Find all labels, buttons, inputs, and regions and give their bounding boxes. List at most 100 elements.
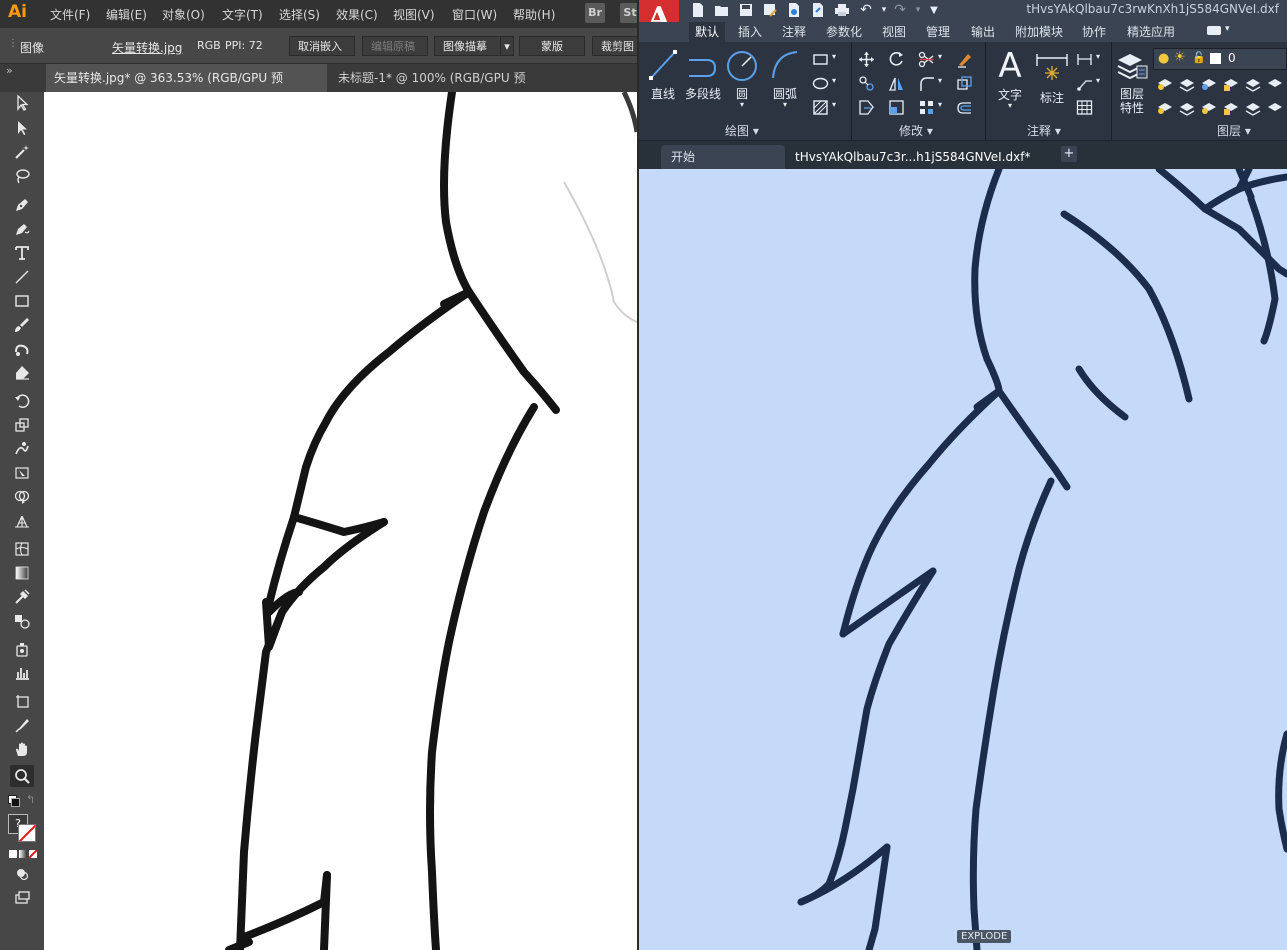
layer-previous-icon[interactable] (1177, 98, 1195, 116)
menu-edit[interactable]: 编辑(E) (106, 6, 147, 23)
leader-dropdown-icon[interactable]: ▾ (1096, 76, 1100, 85)
paintbrush-tool-icon[interactable] (10, 314, 34, 336)
layer-dropdown[interactable]: ● ☀ 🔓 0 (1153, 48, 1287, 70)
mask-button[interactable]: 蒙版 (519, 36, 585, 56)
move-icon[interactable] (857, 50, 875, 68)
table-icon[interactable] (1075, 98, 1093, 116)
ribbon-tab-featured-apps[interactable]: 精选应用 (1121, 22, 1181, 42)
menu-view[interactable]: 视图(V) (393, 6, 435, 23)
circle-dropdown-icon[interactable]: ▾ (725, 101, 759, 109)
warp-tool-icon[interactable] (10, 438, 34, 460)
mesh-tool-icon[interactable] (10, 538, 34, 560)
scale-tool-icon[interactable] (10, 414, 34, 436)
save-as-icon[interactable] (761, 1, 779, 19)
fill-stroke-swatch[interactable]: ? (8, 814, 38, 844)
trim-icon[interactable] (917, 50, 935, 68)
hand-tool-icon[interactable] (10, 738, 34, 760)
qat-customize-icon[interactable]: ▼ (925, 1, 943, 19)
image-trace-dropdown-icon[interactable]: ▾ (500, 36, 514, 56)
slice-tool-icon[interactable] (10, 714, 34, 736)
ribbon-tab-annotate[interactable]: 注释 (776, 22, 812, 42)
menu-file[interactable]: 文件(F) (50, 6, 90, 23)
perspective-grid-tool-icon[interactable] (10, 510, 34, 532)
gradient-hatch-dropdown-icon[interactable]: ▾ (832, 100, 836, 109)
linear-dimension-icon[interactable] (1075, 50, 1093, 68)
rectangle-tool-icon[interactable] (10, 290, 34, 312)
illustrator-artboard-canvas[interactable] (44, 92, 637, 950)
crop-image-button[interactable]: 裁剪图 (592, 36, 637, 56)
ribbon-tab-view[interactable]: 视图 (876, 22, 912, 42)
menu-object[interactable]: 对象(O) (162, 6, 205, 23)
swap-colors-icon[interactable]: ↰ (26, 793, 35, 806)
artboard-tool-icon[interactable] (10, 690, 34, 712)
arc-button[interactable]: 圆弧 ▾ (767, 46, 803, 109)
column-graph-tool-icon[interactable] (10, 662, 34, 684)
rectangle-icon[interactable] (811, 50, 829, 68)
menu-effect[interactable]: 效果(C) (336, 6, 378, 23)
type-tool-icon[interactable] (10, 242, 34, 264)
save-icon[interactable] (737, 1, 755, 19)
annotation-panel-label[interactable]: 注释 ▾ (1027, 122, 1061, 139)
layers-panel-label[interactable]: 图层 ▾ (1217, 122, 1251, 139)
line-segment-tool-icon[interactable] (10, 266, 34, 288)
direct-selection-tool-icon[interactable] (10, 117, 34, 139)
bridge-button[interactable]: Br (585, 3, 605, 23)
shape-builder-tool-icon[interactable] (10, 486, 34, 508)
layer-lock-icon[interactable] (1221, 74, 1239, 92)
zoom-tool-icon[interactable] (10, 765, 34, 787)
arc-dropdown-icon[interactable]: ▾ (767, 101, 803, 109)
explode-icon[interactable] (955, 74, 973, 92)
layer-make-current-icon[interactable] (1243, 74, 1261, 92)
screen-mode-icon[interactable] (10, 887, 34, 909)
eyedropper-tool-icon[interactable] (10, 586, 34, 608)
modify-panel-label[interactable]: 修改 ▾ (899, 122, 933, 139)
edit-original-button[interactable]: 编辑原稿 (362, 36, 428, 56)
layer-unlock-icon[interactable]: 🔓 (1192, 51, 1206, 64)
rotate-icon[interactable] (887, 50, 905, 68)
tab-start[interactable]: 开始 (661, 145, 785, 169)
grip-icon[interactable]: ⋮ (8, 38, 18, 49)
erase-icon[interactable] (955, 50, 973, 68)
layer-isolate-icon[interactable] (1155, 74, 1173, 92)
ribbon-tab-addins[interactable]: 附加模块 (1009, 22, 1069, 42)
open-file-icon[interactable] (713, 1, 731, 19)
panel-collapse-icon[interactable]: » (6, 64, 13, 77)
new-file-icon[interactable] (689, 1, 707, 19)
ribbon-tab-insert[interactable]: 插入 (732, 22, 768, 42)
ribbon-tab-parametric[interactable]: 参数化 (820, 22, 868, 42)
hatch-icon[interactable] (811, 74, 829, 92)
ribbon-tab-collaborate[interactable]: 协作 (1076, 22, 1112, 42)
selection-tool-icon[interactable] (10, 92, 34, 114)
shaper-tool-icon[interactable] (10, 338, 34, 360)
linked-file-name[interactable]: 矢量转换.jpg (112, 39, 182, 56)
symbol-sprayer-tool-icon[interactable] (10, 638, 34, 660)
plot-icon[interactable] (833, 1, 851, 19)
layer-properties-button[interactable]: 图层 特性 (1115, 46, 1149, 115)
open-web-icon[interactable] (785, 1, 803, 19)
blend-tool-icon[interactable] (10, 610, 34, 632)
layer-thaw-sun-icon[interactable]: ☀ (1174, 50, 1186, 65)
curvature-tool-icon[interactable] (10, 218, 34, 240)
undo-icon[interactable]: ↶ (857, 1, 875, 19)
layer-unlock-all-icon[interactable] (1221, 98, 1239, 116)
new-tab-icon[interactable]: + (1061, 146, 1077, 162)
stretch-icon[interactable] (857, 98, 875, 116)
unembed-button[interactable]: 取消嵌入 (289, 36, 355, 56)
layer-freeze-icon[interactable] (1199, 74, 1217, 92)
hatch-dropdown-icon[interactable]: ▾ (832, 76, 836, 85)
menu-type[interactable]: 文字(T) (222, 6, 263, 23)
ribbon-minimize-dropdown-icon[interactable]: ▾ (1225, 24, 1230, 34)
stock-button[interactable]: St (620, 3, 637, 23)
image-trace-button[interactable]: 图像描摹 (434, 36, 501, 56)
offset-icon[interactable] (955, 98, 973, 116)
eraser-tool-icon[interactable] (10, 362, 34, 384)
layer-thaw-all-icon[interactable] (1199, 98, 1217, 116)
layer-merge-icon[interactable] (1265, 98, 1283, 116)
circle-button[interactable]: 圆 ▾ (725, 46, 759, 109)
text-button[interactable]: A 文字 ▾ (993, 46, 1027, 110)
pen-tool-icon[interactable] (10, 194, 34, 216)
scale-icon[interactable] (887, 98, 905, 116)
fillet-dropdown-icon[interactable]: ▾ (938, 76, 942, 85)
trim-dropdown-icon[interactable]: ▾ (938, 52, 942, 61)
autocad-drawing-canvas[interactable] (639, 169, 1287, 950)
